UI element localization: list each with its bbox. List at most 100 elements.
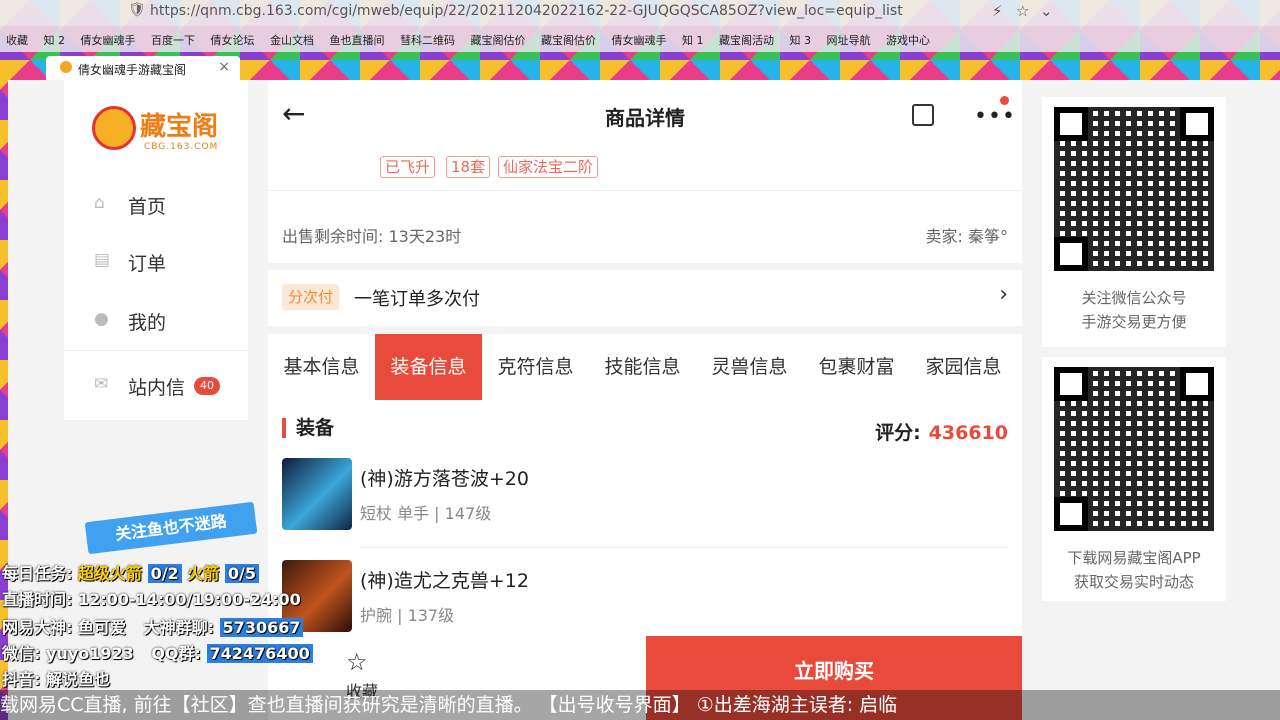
tab-bar: ⌂ 倩女幽魂手游藏宝阁 × + bbox=[0, 52, 1280, 129]
task2-name: 火箭 bbox=[187, 564, 220, 583]
order-icon: ▤ bbox=[94, 250, 111, 270]
tab-pets[interactable]: 灵兽信息 bbox=[696, 334, 803, 400]
tab-basic[interactable]: 基本信息 bbox=[268, 334, 375, 400]
bookmark[interactable]: 知 3 bbox=[790, 32, 812, 48]
bookmark[interactable]: 知 1 bbox=[682, 32, 704, 48]
qq-value: 742476400 bbox=[206, 644, 313, 663]
tab-title: 倩女幽魂手游藏宝阁 bbox=[78, 63, 187, 77]
sidebar-item-label: 我的 bbox=[128, 312, 167, 334]
time-left: 出售剩余时间: 13天23时 bbox=[282, 227, 462, 246]
wechat-id: 微信: yuyo1923 bbox=[2, 644, 134, 663]
qr-corner bbox=[1054, 107, 1088, 141]
bookmark[interactable]: 收藏 bbox=[6, 32, 28, 48]
divider bbox=[64, 350, 248, 351]
home-icon: ⌂ bbox=[94, 193, 105, 213]
seller[interactable]: 卖家: 秦筝° bbox=[926, 223, 1008, 247]
qr-corner bbox=[1054, 367, 1088, 401]
group-value: 5730667 bbox=[219, 618, 304, 637]
wechat-qr-card: 关注微信公众号 手游交易更方便 bbox=[1042, 97, 1226, 347]
logo-sub: CBG.163.COM bbox=[144, 142, 219, 152]
qr-corner bbox=[1054, 497, 1088, 531]
url-text[interactable]: https://qnm.cbg.163.com/cgi/mweb/equip/2… bbox=[150, 3, 903, 19]
wechat-line: 微信: yuyo1923 QQ群: 742476400 bbox=[2, 640, 313, 664]
installment-row[interactable]: 分次付 一笔订单多次付 › bbox=[268, 270, 1022, 326]
group-label: 大神群聊: bbox=[143, 618, 214, 637]
equipment-desc: 短杖 单手 | 147级 bbox=[360, 504, 492, 523]
bookmark[interactable]: 游戏中心 bbox=[886, 32, 930, 48]
message-count-badge: 40 bbox=[194, 377, 220, 395]
sidebar-item-label: 首页 bbox=[128, 196, 167, 218]
qr-caption: 获取交易实时动态 bbox=[1073, 573, 1194, 591]
product-detail: ← 商品详情 ••• 已飞升 18套 仙家法宝二阶 出售剩余时间: 13天23时… bbox=[268, 80, 1022, 720]
qq-label: QQ群: bbox=[151, 644, 201, 663]
close-icon[interactable]: × bbox=[218, 59, 230, 75]
lightning-icon[interactable]: ⚡ bbox=[992, 2, 1003, 20]
qr-caption: 下载网易藏宝阁APP bbox=[1067, 549, 1201, 567]
sidebar-item-messages[interactable]: ✉ 站内信 40 bbox=[64, 365, 248, 405]
sidebar-item-me[interactable]: ● 我的 bbox=[64, 300, 248, 340]
task-label: 每日任务: bbox=[2, 564, 73, 583]
equipment-item[interactable]: (神)游方落苍波+20 短杖 单手 | 147级 bbox=[268, 448, 1022, 548]
installment-text: 一笔订单多次付 bbox=[354, 289, 480, 310]
netease-id: 网易大神: 鱼可爱 bbox=[2, 618, 126, 637]
bookmark[interactable]: 知 2 bbox=[44, 32, 66, 48]
bookmark[interactable]: 倩女幽魂手 bbox=[81, 32, 136, 48]
bookmark[interactable]: 彗科二维码 bbox=[400, 32, 455, 48]
sidebar-item-orders[interactable]: ▤ 订单 bbox=[64, 241, 248, 281]
bookmark[interactable]: 藏宝阁估价 bbox=[471, 32, 526, 48]
share-icon[interactable] bbox=[912, 104, 934, 126]
bookmarks-bar: 收藏 知 2 倩女幽魂手 百度一下 倩女论坛 金山文档 鱼也直播间 彗科二维码 … bbox=[0, 26, 1280, 52]
tab-runes[interactable]: 克符信息 bbox=[482, 334, 589, 400]
equipment-item[interactable]: (神)造尤之克兽+12 护腕 | 137级 bbox=[268, 550, 1022, 650]
favicon-icon bbox=[60, 61, 72, 73]
tag: 18套 bbox=[446, 156, 491, 178]
qr-corner bbox=[1180, 367, 1214, 401]
lock-icon: 🛡 bbox=[128, 2, 146, 18]
tab-equipment[interactable]: 装备信息 bbox=[375, 334, 482, 400]
score-value: 436610 bbox=[928, 422, 1008, 444]
bookmark[interactable]: 藏宝阁活动 bbox=[719, 32, 774, 48]
qr-caption: 手游交易更方便 bbox=[1081, 313, 1187, 331]
dropdown-icon[interactable]: ⌄ bbox=[1040, 2, 1053, 20]
more-icon[interactable]: ••• bbox=[974, 104, 1016, 129]
task2-value: 0/5 bbox=[224, 564, 259, 583]
bookmark[interactable]: 百度一下 bbox=[151, 32, 195, 48]
bookmark[interactable]: 倩女幽魂手 bbox=[612, 32, 667, 48]
installment-tag: 分次付 bbox=[282, 284, 340, 310]
divider bbox=[360, 547, 1008, 548]
info-tabs: 基本信息 装备信息 克符信息 技能信息 灵兽信息 包裹财富 家园信息 bbox=[268, 334, 1022, 400]
task1-value: 0/2 bbox=[147, 564, 182, 583]
sidebar-item-label: 订单 bbox=[128, 253, 167, 275]
address-bar[interactable]: 🛡 https://qnm.cbg.163.com/cgi/mweb/equip… bbox=[0, 0, 1280, 26]
sidebar-item-home[interactable]: ⌂ 首页 bbox=[64, 184, 248, 224]
star-icon[interactable]: ☆ bbox=[1016, 2, 1029, 20]
tags-row: 已飞升 18套 仙家法宝二阶 bbox=[268, 150, 1022, 190]
qr-corner bbox=[1054, 237, 1088, 271]
app-qr-card: 下载网易藏宝阁APP 获取交易实时动态 bbox=[1042, 357, 1226, 601]
logo-name: 藏宝阁 bbox=[140, 112, 219, 142]
bookmark[interactable]: 倩女论坛 bbox=[211, 32, 255, 48]
stream-overlay: 每日任务: 超级火箭 0/2 火箭 0/5 直播时间: 12:00-14:00/… bbox=[0, 560, 380, 690]
score: 评分: 436610 bbox=[875, 418, 1008, 445]
chevron-right-icon: › bbox=[999, 282, 1008, 307]
sidebar-item-label: 站内信 bbox=[128, 377, 186, 399]
equipment-name: (神)游方落苍波+20 bbox=[360, 468, 529, 490]
user-icon: ● bbox=[94, 309, 109, 329]
bookmark[interactable]: 藏宝阁估价 bbox=[541, 32, 596, 48]
page-title: 商品详情 bbox=[605, 106, 685, 130]
equipment-thumbnail bbox=[282, 458, 352, 530]
bookmark[interactable]: 鱼也直播间 bbox=[330, 32, 385, 48]
bookmark[interactable]: 网址导航 bbox=[827, 32, 871, 48]
tab-skills[interactable]: 技能信息 bbox=[589, 334, 696, 400]
browser-tab[interactable]: 倩女幽魂手游藏宝阁 × bbox=[46, 56, 240, 80]
score-label: 评分: bbox=[875, 422, 921, 444]
bookmark[interactable]: 金山文档 bbox=[270, 32, 314, 48]
tab-home[interactable]: 家园信息 bbox=[910, 334, 1017, 400]
qr-caption: 关注微信公众号 bbox=[1081, 289, 1187, 307]
netease-line: 网易大神: 鱼可爱 大神群聊: 5730667 bbox=[2, 614, 304, 638]
qr-corner bbox=[1180, 107, 1214, 141]
daily-task-line: 每日任务: 超级火箭 0/2 火箭 0/5 bbox=[2, 560, 259, 584]
logo[interactable]: 藏宝阁 CBG.163.COM bbox=[92, 102, 232, 158]
tab-inventory[interactable]: 包裹财富 bbox=[803, 334, 910, 400]
sale-info: 出售剩余时间: 13天23时 卖家: 秦筝° bbox=[268, 190, 1022, 263]
